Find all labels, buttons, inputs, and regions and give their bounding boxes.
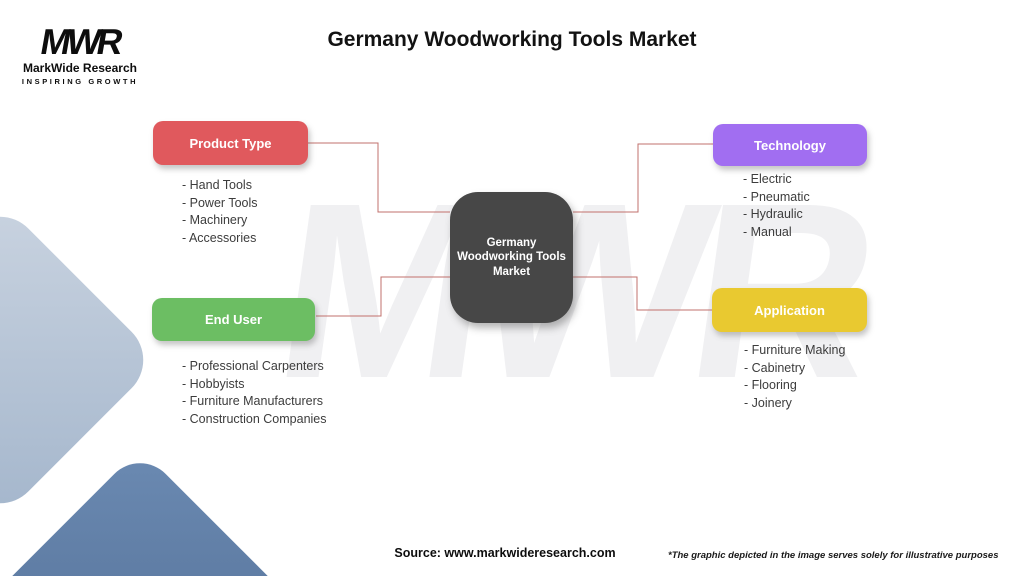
list-item: - Pneumatic <box>743 189 810 207</box>
list-item: - Furniture Manufacturers <box>182 393 327 411</box>
list-item: - Furniture Making <box>744 342 845 360</box>
node-application-items: - Furniture Making - Cabinetry - Floorin… <box>744 342 845 412</box>
center-node-line: Germany <box>487 236 537 251</box>
logo-name: MarkWide Research <box>20 61 140 75</box>
list-item: - Accessories <box>182 230 258 248</box>
node-technology: Technology <box>713 124 867 166</box>
list-item: - Construction Companies <box>182 411 327 429</box>
list-item: - Professional Carpenters <box>182 358 327 376</box>
node-technology-items: - Electric - Pneumatic - Hydraulic - Man… <box>743 171 810 241</box>
node-application: Application <box>712 288 867 332</box>
list-item: - Hydraulic <box>743 206 810 224</box>
list-item: - Electric <box>743 171 810 189</box>
source-text: Source: www.markwideresearch.com <box>360 546 650 560</box>
list-item: - Joinery <box>744 395 845 413</box>
node-application-label: Application <box>754 303 825 318</box>
list-item: - Cabinetry <box>744 360 845 378</box>
center-node-line: Market <box>493 265 530 280</box>
disclaimer-text: *The graphic depicted in the image serve… <box>668 550 1018 561</box>
center-node-line: Woodworking Tools <box>457 250 566 265</box>
node-end-user-label: End User <box>205 312 262 327</box>
list-item: - Manual <box>743 224 810 242</box>
list-item: - Hobbyists <box>182 376 327 394</box>
list-item: - Hand Tools <box>182 177 258 195</box>
node-end-user-items: - Professional Carpenters - Hobbyists - … <box>182 358 327 428</box>
page-title: Germany Woodworking Tools Market <box>0 28 1024 52</box>
node-end-user: End User <box>152 298 315 341</box>
center-node: Germany Woodworking Tools Market <box>450 192 573 323</box>
node-product-type-label: Product Type <box>189 136 271 151</box>
node-product-type-items: - Hand Tools - Power Tools - Machinery -… <box>182 177 258 247</box>
list-item: - Flooring <box>744 377 845 395</box>
logo-tagline: INSPIRING GROWTH <box>20 77 140 86</box>
node-product-type: Product Type <box>153 121 308 165</box>
list-item: - Power Tools <box>182 195 258 213</box>
infographic-canvas: MWR MWR MarkWide Research INSPIRING GROW… <box>0 0 1024 576</box>
node-technology-label: Technology <box>754 138 826 153</box>
list-item: - Machinery <box>182 212 258 230</box>
